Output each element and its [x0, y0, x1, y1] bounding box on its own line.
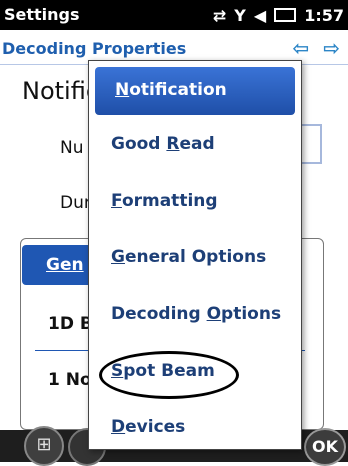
menu-item-general-options[interactable]: General Options [89, 231, 301, 285]
next-arrow-icon[interactable]: ⇨ [323, 36, 340, 60]
no-signal-icon[interactable]: Y [234, 6, 246, 25]
menu-item-formatting[interactable]: Formatting [89, 175, 301, 229]
menu-item-devices[interactable]: Devices [89, 401, 301, 455]
menu-item-good-read[interactable]: Good Read [89, 118, 301, 172]
page-caption: Decoding Properties [2, 39, 187, 58]
menu-item-decoding-options[interactable]: Decoding Options [89, 288, 301, 342]
field-label-number: Nu [60, 138, 84, 158]
status-bar: Settings ⇄ Y ◀︎ 1:57 [0, 0, 348, 30]
list-item[interactable]: 1D B [48, 314, 93, 334]
app-title: Settings [4, 5, 80, 24]
ok-button[interactable]: OK [304, 428, 346, 466]
status-icons: ⇄ Y ◀︎ 1:57 [213, 4, 344, 26]
field-label-duration: Dur [60, 193, 91, 213]
nav-arrows: ⇦ ⇨ [292, 36, 340, 60]
sync-icon[interactable]: ⇄ [213, 6, 226, 25]
annotation-circle [99, 351, 239, 399]
tab-general-label: Gen [46, 255, 84, 275]
start-button[interactable]: ⊞ [24, 426, 64, 466]
menu-item-notification[interactable]: Notification [95, 67, 295, 115]
prev-arrow-icon[interactable]: ⇦ [292, 36, 309, 60]
battery-icon[interactable] [274, 8, 297, 22]
volume-icon[interactable]: ◀︎ [254, 6, 266, 25]
clock[interactable]: 1:57 [304, 6, 344, 25]
list-item[interactable]: 1 No [48, 370, 92, 390]
